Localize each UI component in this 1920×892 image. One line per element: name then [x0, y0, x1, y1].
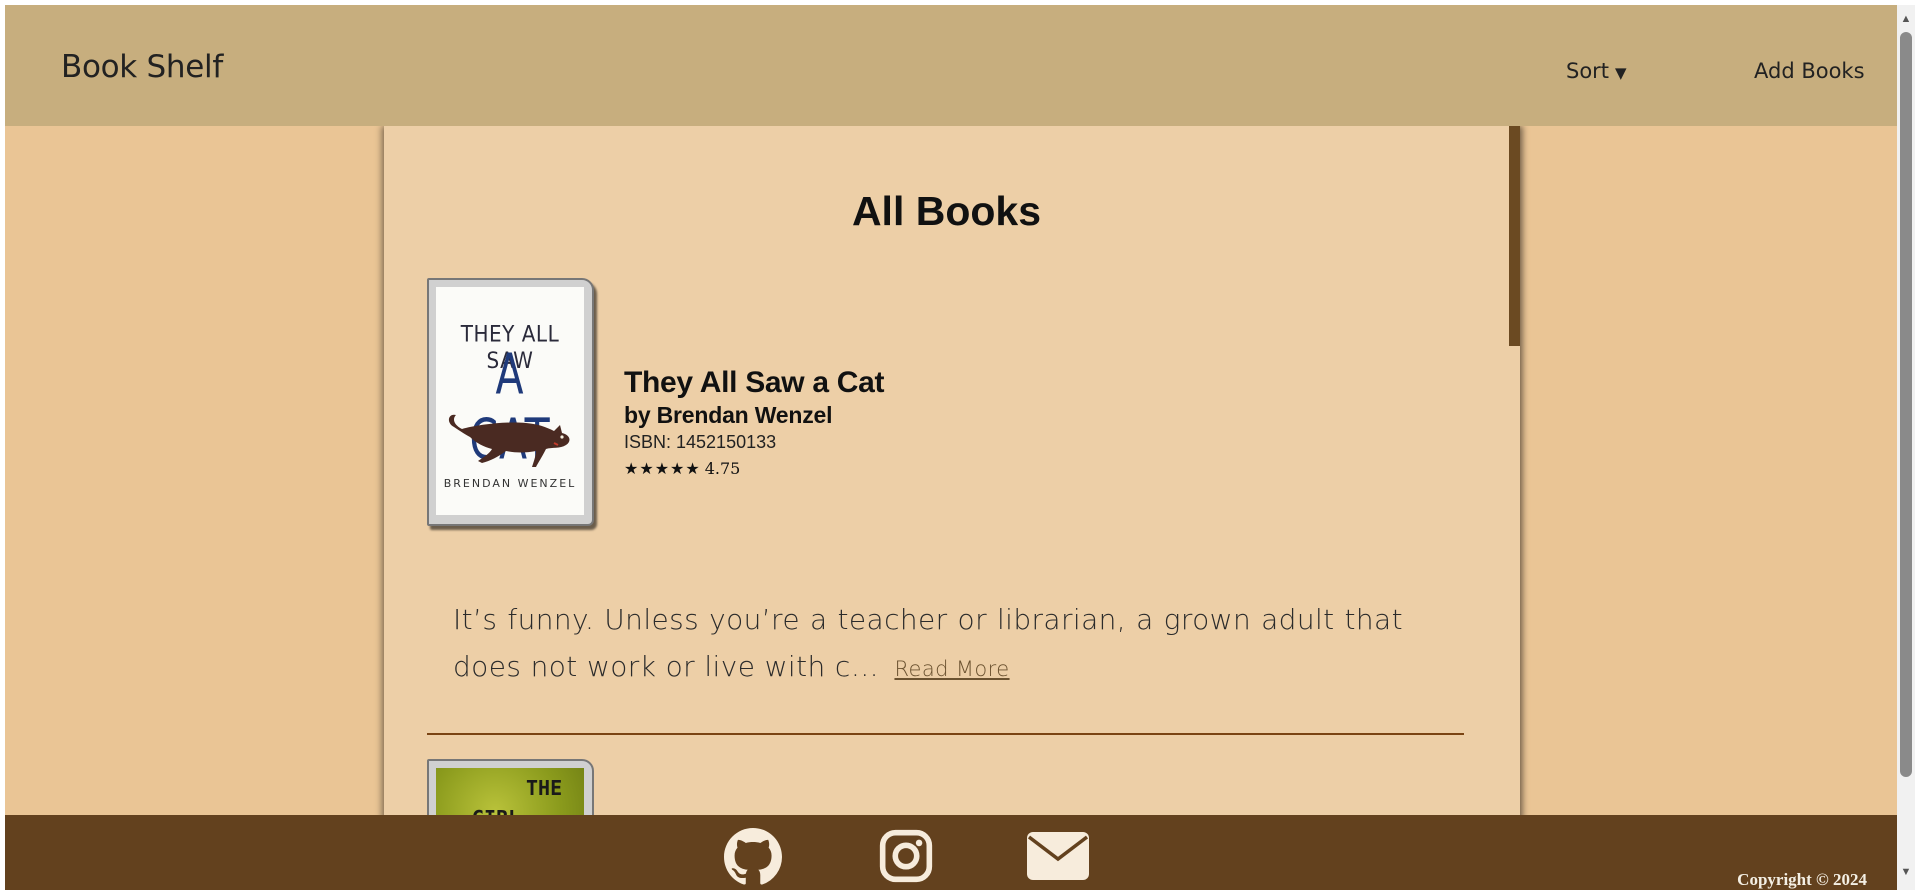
panel-scrollbar[interactable] [1509, 126, 1520, 346]
cover-title-line1: THE [526, 776, 563, 800]
mail-icon[interactable] [1026, 831, 1090, 881]
caret-down-icon: ▼ [1615, 64, 1627, 82]
cover-author: BRENDAN WENZEL [443, 477, 577, 490]
page-title: All Books [851, 188, 1042, 234]
book-divider [427, 733, 1464, 735]
sort-label: Sort [1566, 59, 1610, 83]
star-rating-icon: ★★★★★ [624, 459, 701, 478]
book-isbn: ISBN: 1452150133 [624, 432, 777, 452]
copyright-text: Copyright © 2024 [1737, 870, 1867, 889]
cat-illustration [448, 414, 570, 467]
brand-title[interactable]: Book Shelf [61, 49, 223, 85]
footer: Copyright © 2024 [5, 815, 1897, 890]
book-author: by Brendan Wenzel [624, 402, 833, 428]
book-rating: ★★★★★ 4.75 [624, 459, 740, 478]
add-books-link[interactable]: Add Books [1754, 59, 1865, 83]
github-icon[interactable] [724, 828, 782, 886]
book-title[interactable]: They All Saw a Cat [624, 366, 885, 400]
browser-scrollbar-thumb[interactable] [1900, 32, 1912, 777]
books-panel: All Books THEY ALL SAW A CAT BRENDAN WEN… [384, 126, 1520, 826]
book-cover-image: THEY ALL SAW A CAT BRENDAN WENZEL [436, 287, 584, 515]
read-more-link[interactable]: Read More [894, 657, 1009, 681]
navbar: Book Shelf Sort ▼ Add Books [5, 5, 1897, 126]
scroll-up-arrow-icon[interactable]: ▲ [1900, 13, 1912, 25]
scroll-down-arrow-icon[interactable]: ▼ [1900, 866, 1912, 878]
book-excerpt: It’s funny. Unless you’re a teacher or l… [453, 596, 1403, 693]
book-cover[interactable]: THEY ALL SAW A CAT BRENDAN WENZEL [427, 278, 594, 526]
sort-dropdown[interactable]: Sort ▼ [1566, 59, 1627, 83]
page-viewport: Book Shelf Sort ▼ Add Books All Books THE… [5, 5, 1897, 890]
instagram-icon[interactable] [878, 828, 934, 884]
rating-value: 4.75 [704, 459, 741, 478]
